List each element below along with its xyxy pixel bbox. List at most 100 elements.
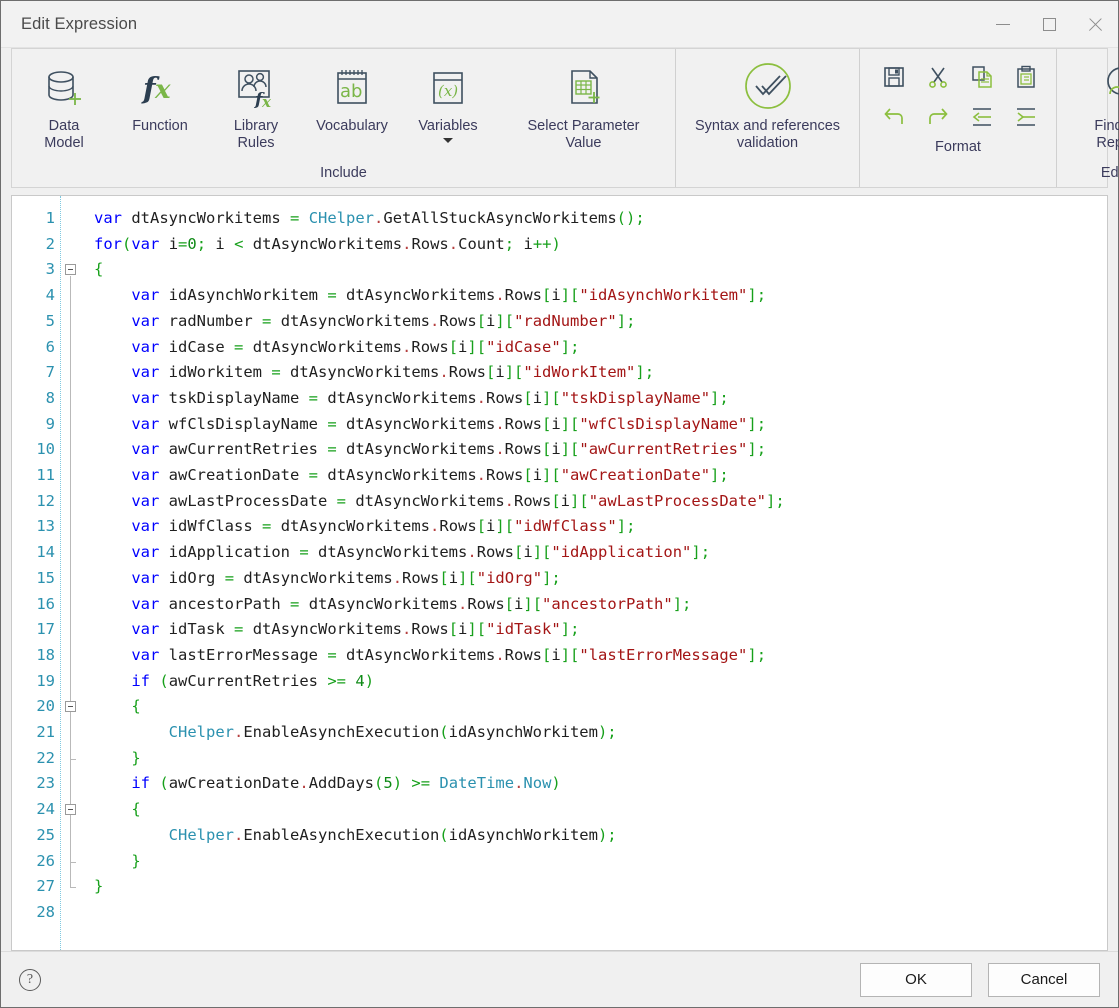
find-and-replace-label: Find And Replace: [1094, 118, 1119, 151]
ribbon-group-editing: Find And Replace Editing: [1056, 49, 1119, 187]
data-model-label: Data Model: [44, 118, 84, 151]
code-editor[interactable]: 1 2 3 4 5 6 7 8 9 10 11 12 13 14 15 16 17 18 19 20 21 22 23 24 2…: [11, 195, 1108, 951]
syntax-validation-check-icon: [741, 61, 795, 115]
undo-button[interactable]: [874, 101, 914, 137]
undo-icon: [882, 105, 906, 134]
code-line[interactable]: var awCurrentRetries = dtAsyncWorkitems.…: [94, 437, 1107, 463]
code-line[interactable]: var tskDisplayName = dtAsyncWorkitems.Ro…: [94, 386, 1107, 412]
ribbon-group-label-format: Format: [935, 139, 981, 155]
variables-label: Variables: [418, 118, 478, 134]
copy-button[interactable]: [962, 61, 1002, 97]
svg-text:(x): (x): [438, 82, 458, 100]
code-line[interactable]: }: [94, 874, 1107, 900]
code-line[interactable]: var idTask = dtAsyncWorkitems.Rows[i]["i…: [94, 617, 1107, 643]
code-line[interactable]: CHelper.EnableAsynchExecution(idAsynchWo…: [94, 823, 1107, 849]
fold-guide-line: [70, 713, 71, 759]
code-line[interactable]: var awCreationDate = dtAsyncWorkitems.Ro…: [94, 463, 1107, 489]
data-model-button[interactable]: Data Model: [16, 55, 112, 152]
code-line[interactable]: var ancestorPath = dtAsyncWorkitems.Rows…: [94, 592, 1107, 618]
code-line[interactable]: var idAsynchWorkitem = dtAsyncWorkitems.…: [94, 283, 1107, 309]
ribbon-group-validation: Syntax and references validation: [675, 49, 859, 187]
svg-text:x: x: [154, 75, 171, 105]
code-line[interactable]: var idWorkitem = dtAsyncWorkitems.Rows[i…: [94, 360, 1107, 386]
line-number: 28: [36, 902, 55, 921]
function-button[interactable]: f x Function: [112, 55, 208, 135]
code-line[interactable]: if (awCurrentRetries >= 4): [94, 669, 1107, 695]
code-line[interactable]: var awLastProcessDate = dtAsyncWorkitems…: [94, 489, 1107, 515]
window-title: Edit Expression: [21, 14, 138, 33]
help-icon[interactable]: ?: [19, 968, 41, 991]
cancel-button[interactable]: Cancel: [988, 962, 1100, 997]
code-line[interactable]: var lastErrorMessage = dtAsyncWorkitems.…: [94, 643, 1107, 669]
code-line[interactable]: CHelper.EnableAsynchExecution(idAsynchWo…: [94, 720, 1107, 746]
line-number: 12: [36, 491, 55, 510]
minimize-button[interactable]: [980, 1, 1026, 47]
code-line[interactable]: var idOrg = dtAsyncWorkitems.Rows[i]["id…: [94, 566, 1107, 592]
line-number: 15: [36, 568, 55, 587]
fold-toggle-icon[interactable]: [65, 804, 76, 816]
code-text-area[interactable]: var dtAsyncWorkitems = CHelper.GetAllStu…: [82, 196, 1107, 950]
fold-guide-line: [70, 816, 71, 862]
redo-button[interactable]: [918, 101, 958, 137]
line-number: 9: [45, 414, 55, 433]
line-number: 23: [36, 774, 55, 793]
ribbon-group-format: Format: [859, 49, 1056, 187]
fold-end-marker: [70, 758, 76, 760]
line-number-gutter: 1 2 3 4 5 6 7 8 9 10 11 12 13 14 15 16 17 18 19 20 21 22 23 24 2…: [12, 196, 60, 950]
code-line[interactable]: {: [94, 257, 1107, 283]
library-rules-button[interactable]: f x Library Rules: [208, 55, 304, 152]
paste-icon: [1014, 65, 1038, 94]
vocabulary-ab-icon: ab: [329, 61, 375, 115]
save-button[interactable]: [874, 61, 914, 97]
line-number: 7: [45, 363, 55, 382]
ok-button[interactable]: OK: [860, 962, 972, 997]
save-icon: [882, 65, 906, 94]
line-number: 26: [36, 851, 55, 870]
code-line[interactable]: {: [94, 694, 1107, 720]
close-button[interactable]: [1072, 1, 1118, 47]
library-rules-label: Library Rules: [233, 118, 279, 151]
code-line[interactable]: var dtAsyncWorkitems = CHelper.GetAllStu…: [94, 206, 1107, 232]
code-line[interactable]: }: [94, 849, 1107, 875]
line-number: 14: [36, 543, 55, 562]
line-number: 18: [36, 645, 55, 664]
fold-toggle-icon[interactable]: [65, 701, 76, 713]
line-number: 19: [36, 671, 55, 690]
line-number: 3: [45, 260, 55, 279]
line-number: 4: [45, 286, 55, 305]
cut-button[interactable]: [918, 61, 958, 97]
code-line[interactable]: [94, 900, 1107, 926]
code-line[interactable]: }: [94, 746, 1107, 772]
ribbon-group-label-validation: [676, 165, 859, 187]
code-line[interactable]: var idWfClass = dtAsyncWorkitems.Rows[i]…: [94, 514, 1107, 540]
chevron-down-icon[interactable]: [443, 138, 453, 143]
code-line[interactable]: var radNumber = dtAsyncWorkitems.Rows[i]…: [94, 309, 1107, 335]
code-line[interactable]: var wfClsDisplayName = dtAsyncWorkitems.…: [94, 412, 1107, 438]
variables-button[interactable]: (x) Variables: [400, 55, 496, 143]
syntax-validation-button[interactable]: Syntax and references validation: [680, 55, 855, 152]
fold-toggle-icon[interactable]: [65, 264, 76, 276]
select-parameter-value-button[interactable]: Select Parameter Value: [496, 55, 671, 152]
code-line[interactable]: for(var i=0; i < dtAsyncWorkitems.Rows.C…: [94, 232, 1107, 258]
line-number: 6: [45, 337, 55, 356]
syntax-validation-label: Syntax and references validation: [694, 118, 841, 151]
code-line[interactable]: {: [94, 797, 1107, 823]
line-number: 1: [45, 209, 55, 227]
vocabulary-button[interactable]: ab Vocabulary: [304, 55, 400, 135]
paste-button[interactable]: [1006, 61, 1046, 97]
cut-icon: [926, 65, 950, 94]
find-and-replace-button[interactable]: Find And Replace: [1061, 55, 1119, 152]
maximize-button[interactable]: [1026, 1, 1072, 47]
code-line[interactable]: var idCase = dtAsyncWorkitems.Rows[i]["i…: [94, 335, 1107, 361]
variables-x-icon: (x): [425, 61, 471, 115]
code-line[interactable]: var idApplication = dtAsyncWorkitems.Row…: [94, 540, 1107, 566]
line-number: 16: [36, 594, 55, 613]
ribbon-group-label-editing: Editing: [1100, 165, 1119, 181]
line-number: 5: [45, 311, 55, 330]
indent-button[interactable]: [1006, 101, 1046, 137]
line-number: 25: [36, 825, 55, 844]
code-line[interactable]: if (awCreationDate.AddDays(5) >= DateTim…: [94, 771, 1107, 797]
outdent-button[interactable]: [962, 101, 1002, 137]
ribbon-group-label-include: Include: [320, 165, 367, 181]
code-folding-gutter[interactable]: [60, 196, 82, 950]
